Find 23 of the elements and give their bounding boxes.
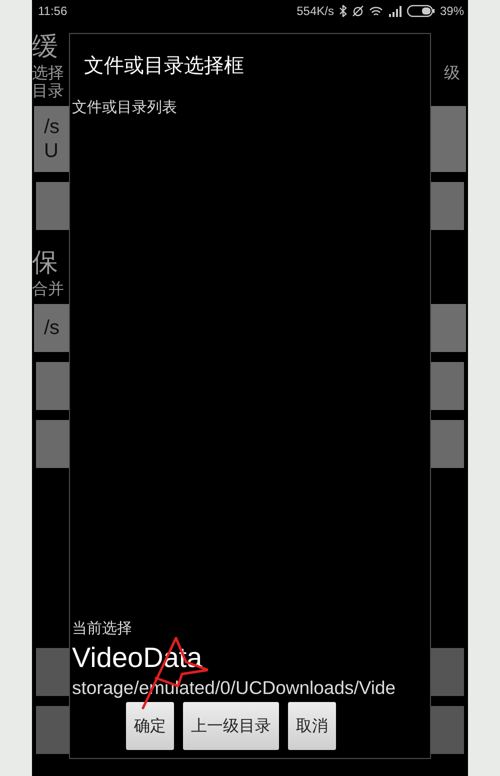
wifi-icon xyxy=(368,6,383,16)
section-description: 目录 xyxy=(32,82,64,100)
section-description: 选择 xyxy=(32,64,64,82)
list-label: 文件或目录列表 xyxy=(72,97,177,117)
dialog-button[interactable]: 确定 xyxy=(126,702,174,750)
battery-icon xyxy=(406,5,435,17)
alarm-off-icon xyxy=(352,5,364,17)
section-description: 级 xyxy=(444,64,460,82)
section-title: 缓 xyxy=(32,31,58,64)
section-description: 合并 xyxy=(32,280,64,298)
path-text: U xyxy=(44,139,58,163)
network-speed: 554K/s xyxy=(296,4,334,18)
path-text: /s xyxy=(44,316,60,340)
signal-icon xyxy=(388,6,402,16)
path-text: /s xyxy=(44,115,60,139)
current-selection-label: 当前选择 xyxy=(72,618,132,638)
dialog-button[interactable]: 取消 xyxy=(288,702,336,750)
bluetooth-icon xyxy=(338,5,347,17)
dialog-button[interactable]: 上一级目录 xyxy=(183,702,279,750)
status-time: 11:56 xyxy=(38,4,68,18)
battery-percent: 39% xyxy=(440,4,464,18)
dialog-title: 文件或目录选择框 xyxy=(84,52,244,79)
section-title: 保 xyxy=(32,247,58,280)
